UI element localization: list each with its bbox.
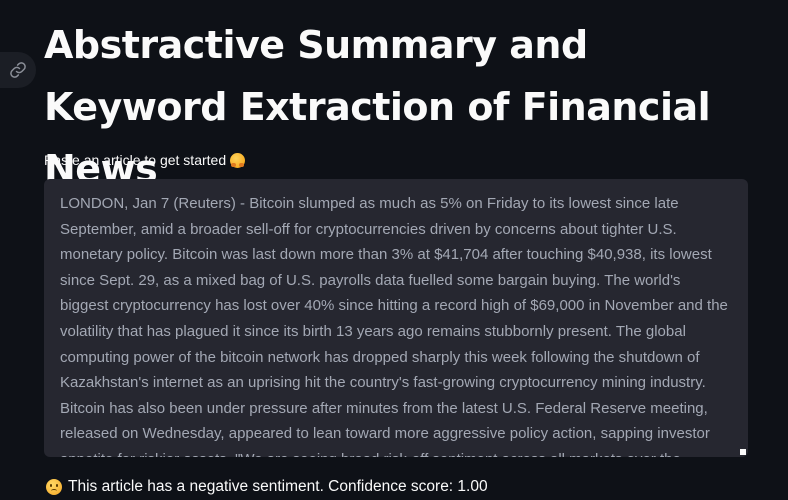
sentiment-result-text: This article has a negative sentiment. C… (68, 478, 488, 495)
article-textarea[interactable]: LONDON, Jan 7 (Reuters) - Bitcoin slumpe… (44, 179, 748, 457)
worried-face-icon (46, 479, 62, 495)
app-page: Abstractive Summary and Keyword Extracti… (0, 0, 788, 500)
header-anchor-link[interactable] (0, 52, 36, 88)
article-input-label-text: Paste an article to get started (44, 152, 227, 168)
article-input-label: Paste an article to get started (44, 151, 246, 169)
hugging-face-icon (230, 152, 246, 168)
article-textarea-value[interactable]: LONDON, Jan 7 (Reuters) - Bitcoin slumpe… (44, 179, 748, 457)
sentiment-result: This article has a negative sentiment. C… (46, 476, 488, 498)
link-icon (10, 62, 26, 78)
resize-handle-icon[interactable] (740, 449, 746, 455)
page-title: Abstractive Summary and Keyword Extracti… (44, 23, 711, 191)
